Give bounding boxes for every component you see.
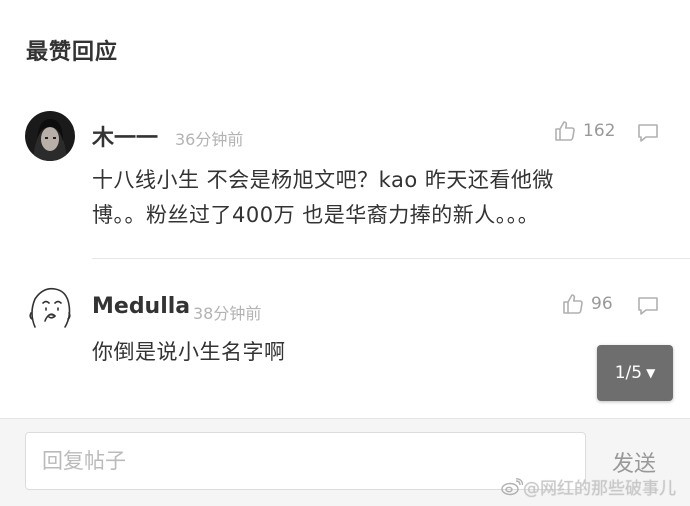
like-count: 162 xyxy=(583,121,616,141)
thumbs-up-icon xyxy=(563,294,583,314)
comment-content: 你倒是说小生名字啊 xyxy=(92,335,286,370)
reply-icon[interactable] xyxy=(636,295,660,321)
comment-time: 38分钟前 xyxy=(193,304,262,323)
like-button[interactable]: 96 xyxy=(561,292,613,316)
watermark: @网红的那些破事儿 xyxy=(501,474,676,499)
pager-button[interactable]: 1/5 ▼ xyxy=(597,345,673,401)
reply-icon[interactable] xyxy=(636,122,660,148)
avatar[interactable] xyxy=(25,283,75,333)
watermark-text: @网红的那些破事儿 xyxy=(523,479,676,499)
comment-author[interactable]: Medulla xyxy=(92,294,190,319)
comment-time: 36分钟前 xyxy=(175,130,244,149)
section-title: 最赞回应 xyxy=(26,40,119,65)
like-button[interactable]: 162 xyxy=(553,119,615,143)
like-count: 96 xyxy=(591,294,613,314)
comment-content: 十八线小生 不会是杨旭文吧？kao 昨天还看他微 博。。粉丝过了400万 也是华… xyxy=(92,163,554,233)
avatar[interactable] xyxy=(25,111,75,161)
caret-down-icon: ▼ xyxy=(646,366,656,380)
weibo-icon xyxy=(501,477,523,495)
comment-author[interactable]: 木一一 xyxy=(92,120,158,152)
content-line: 博。。粉丝过了400万 也是华裔力捧的新人。。。 xyxy=(92,203,540,227)
pager-label: 1/5 xyxy=(614,363,643,383)
thumbs-up-icon xyxy=(555,121,575,141)
comment-divider xyxy=(92,258,690,259)
content-line: 十八线小生 不会是杨旭文吧？kao 昨天还看他微 xyxy=(92,168,554,192)
content-line: 你倒是说小生名字啊 xyxy=(92,340,286,364)
